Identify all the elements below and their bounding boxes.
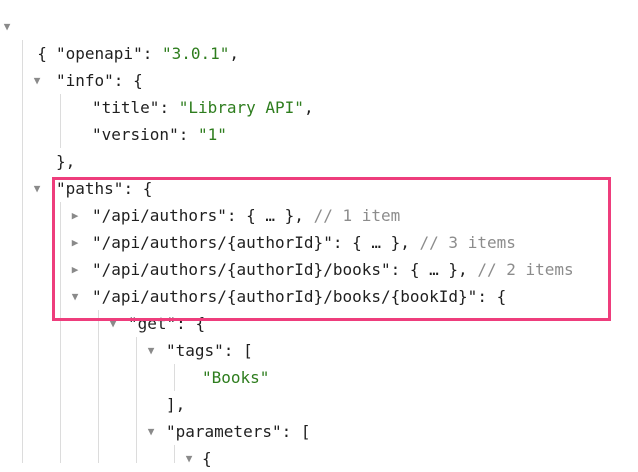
- json-string-value: "Books": [202, 368, 270, 387]
- json-line-info-close: },: [56, 152, 76, 171]
- caret-down-icon[interactable]: ▼: [68, 283, 82, 310]
- caret-down-icon[interactable]: ▼: [30, 175, 44, 202]
- json-string-value: "1": [197, 125, 227, 144]
- json-key: "title": [92, 98, 160, 117]
- json-line-tag-value: "Books": [202, 364, 269, 391]
- json-line-parameters[interactable]: "parameters": [: [166, 418, 311, 445]
- caret-down-icon[interactable]: ▼: [106, 310, 120, 337]
- json-key: "/api/authors": [92, 206, 227, 225]
- json-line-info[interactable]: "info": {: [56, 67, 143, 94]
- indent-guide: [174, 445, 175, 463]
- indent-guide: [60, 94, 61, 148]
- root-brace: {: [37, 44, 47, 63]
- json-line-path-item[interactable]: "/api/authors/{authorId}": { … }, // 3 i…: [92, 229, 516, 256]
- json-root-open: {: [18, 13, 47, 63]
- caret-right-icon[interactable]: ▶: [68, 256, 82, 283]
- item-count-comment: // 1 item: [313, 206, 401, 225]
- json-key: "paths": [56, 179, 124, 198]
- json-key: "info": [56, 71, 114, 90]
- json-string-value: "3.0.1": [161, 44, 230, 63]
- caret-down-icon[interactable]: ▼: [144, 418, 158, 445]
- json-key: "get": [128, 314, 177, 333]
- caret-down-icon[interactable]: ▼: [144, 337, 158, 364]
- caret-down-icon[interactable]: ▼: [30, 67, 44, 94]
- collapsed-object[interactable]: { … },: [410, 260, 468, 279]
- json-key: "/api/authors/{authorId}/books": [92, 260, 391, 279]
- json-key: "parameters": [166, 422, 282, 441]
- item-count-comment: // 2 items: [477, 260, 574, 279]
- json-line-paths[interactable]: "paths": {: [56, 175, 152, 202]
- json-line-openapi: "openapi": "3.0.1",: [56, 44, 240, 63]
- json-line-path-item[interactable]: "/api/authors": { … }, // 1 item: [92, 202, 400, 229]
- item-count-comment: // 3 items: [419, 233, 516, 252]
- json-line-path-item[interactable]: "/api/authors/{authorId}/books/{bookId}"…: [92, 283, 506, 310]
- json-key: "/api/authors/{authorId}": [92, 233, 333, 252]
- collapsed-object[interactable]: { … },: [246, 206, 304, 225]
- json-key: "tags": [166, 341, 224, 360]
- json-line-get[interactable]: "get": {: [128, 310, 205, 337]
- indent-guide: [98, 310, 99, 463]
- indent-guide: [174, 364, 175, 391]
- caret-down-icon[interactable]: ▼: [0, 13, 14, 40]
- collapsed-object[interactable]: { … },: [352, 233, 410, 252]
- caret-down-icon[interactable]: ▼: [182, 445, 196, 472]
- json-key: "openapi": [56, 44, 143, 63]
- indent-guide: [22, 40, 23, 463]
- caret-right-icon[interactable]: ▶: [68, 202, 82, 229]
- json-line-parameter-item[interactable]: {: [202, 445, 212, 472]
- json-key: "version": [92, 125, 179, 144]
- json-key: "/api/authors/{authorId}/books/{bookId}": [92, 287, 478, 306]
- json-line-tags[interactable]: "tags": [: [166, 337, 253, 364]
- indent-guide: [60, 202, 61, 463]
- json-line-version: "version": "1": [92, 125, 227, 144]
- json-line-tags-close: ],: [166, 395, 186, 414]
- json-line-title: "title": "Library API",: [92, 98, 314, 117]
- caret-right-icon[interactable]: ▶: [68, 229, 82, 256]
- json-line-path-item[interactable]: "/api/authors/{authorId}/books": { … }, …: [92, 256, 574, 283]
- indent-guide: [136, 337, 137, 463]
- json-string-value: "Library API": [178, 98, 304, 117]
